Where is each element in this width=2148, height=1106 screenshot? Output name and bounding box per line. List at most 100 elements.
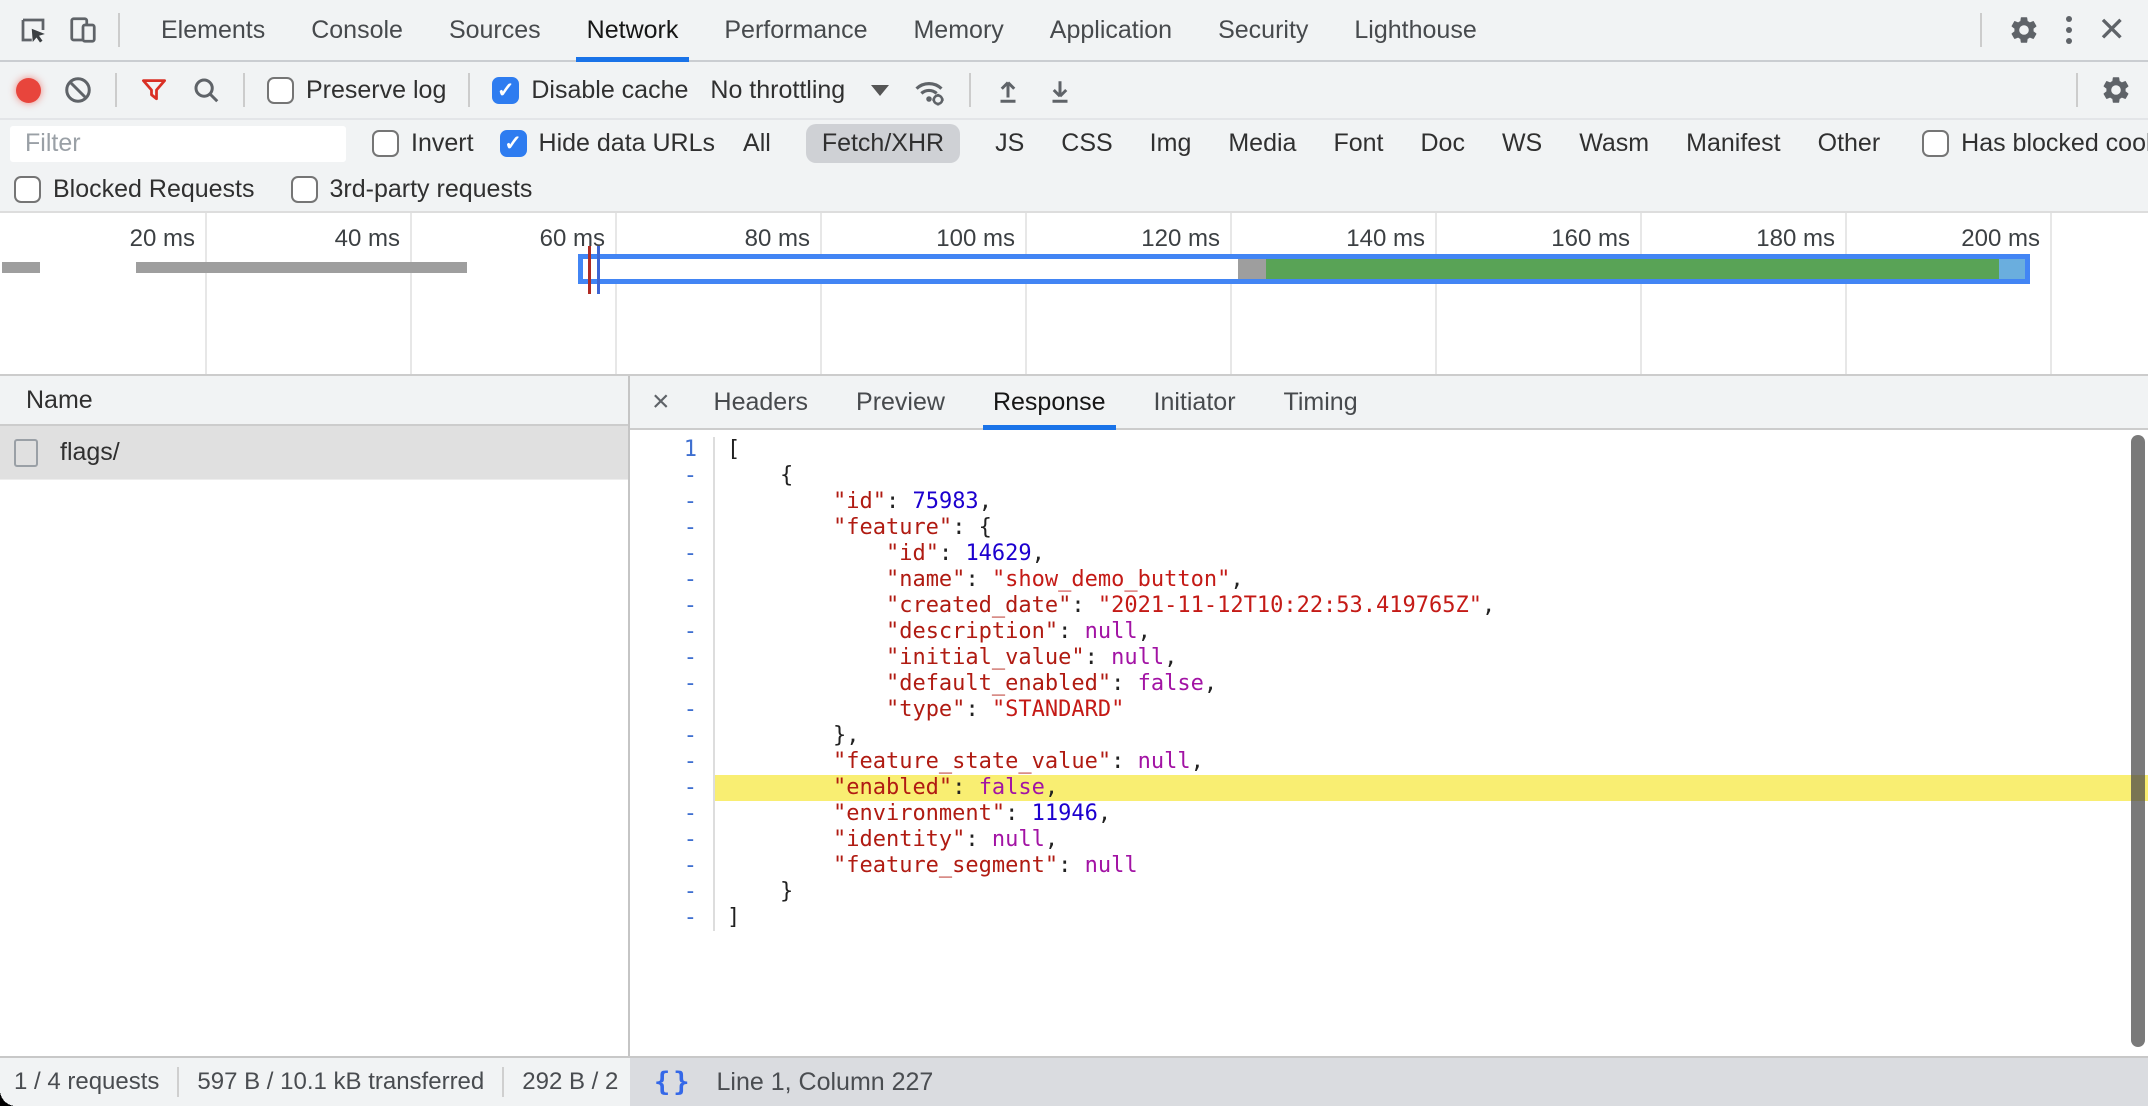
overview-selected-request-bar (578, 254, 2030, 284)
network-settings-gear-icon[interactable] (2100, 74, 2132, 106)
response-line: 1[ (630, 437, 2148, 463)
hide-data-urls-checkbox[interactable]: ✓ (500, 130, 527, 157)
network-summary: 1 / 4 requests 597 B / 10.1 kB transferr… (0, 1058, 630, 1106)
disable-cache-label: Disable cache (531, 76, 688, 105)
hide-data-urls-label: Hide data URLs (539, 129, 715, 158)
search-icon[interactable] (191, 75, 221, 105)
divider (969, 73, 971, 107)
panel-tab[interactable]: Lighthouse (1331, 0, 1499, 60)
has-blocked-cookies-label: Has blocked cookies (1961, 129, 2148, 158)
requests-list: flags/ (0, 426, 628, 480)
more-options-icon[interactable] (2066, 16, 2072, 44)
preserve-log-checkbox[interactable] (267, 77, 294, 104)
blocked-requests-label: Blocked Requests (53, 175, 255, 204)
export-har-icon[interactable] (1045, 75, 1075, 105)
divider (468, 73, 470, 107)
import-har-icon[interactable] (993, 75, 1023, 105)
line-number: - (630, 593, 715, 619)
preserve-log-label: Preserve log (306, 76, 446, 105)
request-type-filter[interactable]: WS (1500, 124, 1544, 163)
detail-tabbar: × Headers Preview Response Initiator Tim… (630, 376, 2148, 430)
blocked-requests-checkbox[interactable] (14, 176, 41, 203)
name-column-header[interactable]: Name (0, 376, 628, 426)
line-number: - (630, 671, 715, 697)
line-number: - (630, 905, 715, 931)
status-bar: 1 / 4 requests 597 B / 10.1 kB transferr… (0, 1056, 2148, 1106)
network-overview-timeline[interactable]: 20 ms40 ms60 ms80 ms100 ms120 ms140 ms16… (0, 213, 2148, 376)
detail-tab[interactable]: Headers (690, 376, 833, 428)
timeline-gridline (2050, 213, 2052, 374)
settings-gear-icon[interactable] (2008, 14, 2040, 46)
detail-tab[interactable]: Preview (832, 376, 969, 428)
cursor-position: Line 1, Column 227 (717, 1068, 934, 1097)
request-type-filter[interactable]: Font (1331, 124, 1385, 163)
request-type-filter[interactable]: Doc (1418, 124, 1466, 163)
panel-tab[interactable]: Memory (890, 0, 1026, 60)
line-number: - (630, 697, 715, 723)
chevron-down-icon (871, 85, 889, 96)
detail-tab[interactable]: Timing (1260, 376, 1382, 428)
network-main-area: Name flags/ × Headers Preview Response I… (0, 376, 2148, 1056)
divider (1980, 13, 1982, 47)
response-line: - "created_date": "2021-11-12T10:22:53.4… (630, 593, 2148, 619)
scrollbar-thumb[interactable] (2131, 435, 2145, 1047)
filter-funnel-icon[interactable] (139, 75, 169, 105)
request-type-filter[interactable]: Other (1816, 124, 1883, 163)
detail-tabs: Headers Preview Response Initiator Timin… (690, 376, 1382, 428)
panel-tab[interactable]: Sources (426, 0, 564, 60)
line-number: - (630, 567, 715, 593)
request-type-filter[interactable]: Img (1148, 124, 1194, 163)
panel-tab[interactable]: Console (288, 0, 426, 60)
resources-size: 292 B / 2 (522, 1068, 618, 1096)
request-type-filter[interactable]: Wasm (1577, 124, 1651, 163)
network-options-bar: Blocked Requests 3rd-party requests (0, 167, 2148, 213)
request-type-filter[interactable]: CSS (1059, 124, 1114, 163)
page-event-marker (597, 246, 600, 294)
request-type-filter[interactable]: All (741, 124, 773, 163)
close-detail-icon[interactable]: × (630, 376, 690, 428)
invert-label: Invert (411, 129, 474, 158)
devtools-tabbar: Elements Console Sources Network Perform… (0, 0, 2148, 62)
transferred-size: 597 B / 10.1 kB transferred (197, 1068, 484, 1096)
request-type-filter[interactable]: Media (1226, 124, 1298, 163)
panel-tab[interactable]: Application (1027, 0, 1195, 60)
close-devtools-icon[interactable]: ✕ (2098, 13, 2127, 47)
request-type-filter[interactable]: Manifest (1684, 124, 1782, 163)
inspect-element-icon[interactable] (18, 15, 48, 45)
timeline-tick-label: 20 ms (0, 225, 195, 253)
request-row[interactable]: flags/ (0, 426, 628, 480)
detail-tab[interactable]: Initiator (1130, 376, 1260, 428)
has-blocked-cookies-checkbox[interactable] (1922, 130, 1949, 157)
network-conditions-icon[interactable] (911, 73, 947, 107)
panel-tab[interactable]: Network (564, 0, 702, 60)
detail-tab[interactable]: Response (969, 376, 1130, 428)
panel-tab[interactable]: Security (1195, 0, 1331, 60)
response-line: - "type": "STANDARD" (630, 697, 2148, 723)
timeline-tick-label: 200 ms (1845, 225, 2040, 253)
timeline-tick-label: 60 ms (410, 225, 605, 253)
panel-tab[interactable]: Performance (701, 0, 890, 60)
line-number: - (630, 515, 715, 541)
timeline-tick-label: 100 ms (820, 225, 1015, 253)
response-body-viewer[interactable]: 1[- {- "id": 75983,- "feature": {- "id":… (630, 430, 2148, 1056)
response-line: - "feature": { (630, 515, 2148, 541)
disable-cache-checkbox[interactable]: ✓ (492, 77, 519, 104)
clear-network-log-icon[interactable] (63, 75, 93, 105)
throttling-select[interactable]: No throttling (710, 76, 889, 105)
invert-checkbox[interactable] (372, 130, 399, 157)
request-type-filter[interactable]: Fetch/XHR (806, 124, 960, 163)
request-type-filter[interactable]: JS (993, 124, 1026, 163)
timeline-tick-label: 120 ms (1025, 225, 1220, 253)
third-party-requests-checkbox[interactable] (291, 176, 318, 203)
device-toolbar-icon[interactable] (68, 15, 98, 45)
filter-input[interactable] (10, 126, 346, 162)
record-network-log-button[interactable] (16, 78, 41, 103)
network-filter-bar: Invert ✓ Hide data URLs All Fetch/XHR JS… (0, 120, 2148, 167)
panel-tab[interactable]: Elements (138, 0, 288, 60)
pretty-print-icon[interactable]: {} (654, 1067, 693, 1098)
requests-pane: Name flags/ (0, 376, 630, 1056)
editor-status: {} Line 1, Column 227 (630, 1058, 2148, 1106)
requests-count: 1 / 4 requests (14, 1068, 159, 1096)
overview-request-bar (136, 262, 467, 273)
network-toolbar: Preserve log ✓ Disable cache No throttli… (0, 62, 2148, 120)
